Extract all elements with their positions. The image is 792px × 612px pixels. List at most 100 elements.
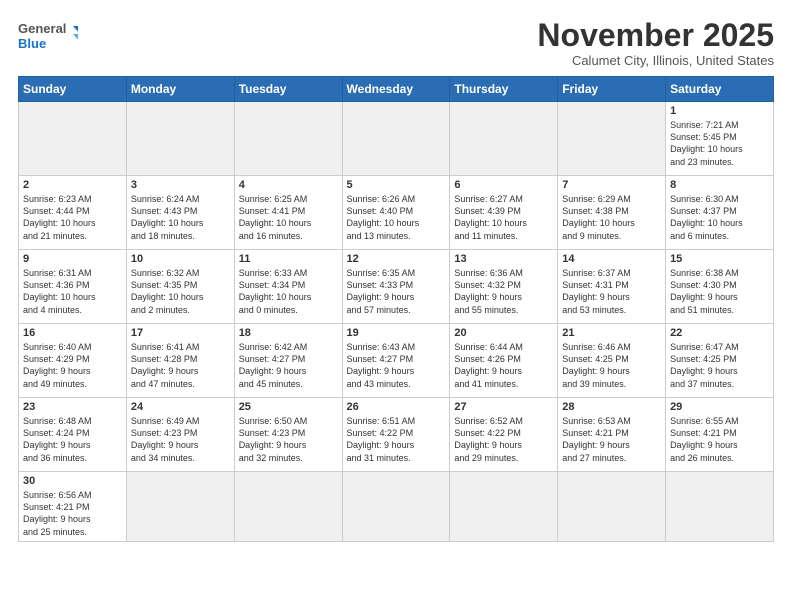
day-info: Sunrise: 7:21 AM Sunset: 5:45 PM Dayligh… [670,119,769,168]
calendar-cell: 12Sunrise: 6:35 AM Sunset: 4:33 PM Dayli… [342,250,450,324]
svg-text:General: General [18,21,66,36]
calendar-week-4: 16 Sunrise: 6:40 AM Sunset: 4:29 PM Dayli… [19,324,774,398]
day-number: 10 [131,253,230,265]
day-number: 8 [670,179,769,191]
day-info: Sunrise: 6:32 AM Sunset: 4:35 PM Dayligh… [131,267,230,316]
calendar-cell: 29Sunrise: 6:55 AM Sunset: 4:21 PM Dayli… [666,398,774,472]
day-info: Sunrise: 6:35 AM Sunset: 4:33 PM Dayligh… [347,267,446,316]
calendar-cell [558,102,666,176]
day-info: Sunrise: 6:43 AM Sunset: 4:27 PM Dayligh… [347,341,446,390]
day-info: Sunrise: 6:46 AM Sunset: 4:25 PM Dayligh… [562,341,661,390]
calendar-cell: 2 Sunrise: 6:23 AM Sunset: 4:44 PM Daylig… [19,176,127,250]
day-number: 16 [23,327,122,339]
calendar-cell: 4 Sunrise: 6:25 AM Sunset: 4:41 PM Daylig… [234,176,342,250]
day-info: Sunrise: 6:53 AM Sunset: 4:21 PM Dayligh… [562,415,661,464]
svg-text:Blue: Blue [18,36,46,51]
day-info: Sunrise: 6:36 AM Sunset: 4:32 PM Dayligh… [454,267,553,316]
day-info: Sunrise: 6:27 AM Sunset: 4:39 PM Dayligh… [454,193,553,242]
day-number: 5 [347,179,446,191]
weekday-header-saturday: Saturday [666,77,774,102]
calendar-cell: 1 Sunrise: 7:21 AM Sunset: 5:45 PM Daylig… [666,102,774,176]
calendar-cell: 16 Sunrise: 6:40 AM Sunset: 4:29 PM Dayli… [19,324,127,398]
calendar-week-6: 30 Sunrise: 6:56 AM Sunset: 4:21 PM Dayli… [19,472,774,542]
calendar-cell [342,472,450,542]
day-number: 30 [23,475,122,487]
calendar-cell: 18Sunrise: 6:42 AM Sunset: 4:27 PM Dayli… [234,324,342,398]
day-info: Sunrise: 6:56 AM Sunset: 4:21 PM Dayligh… [23,489,122,538]
calendar-cell: 17Sunrise: 6:41 AM Sunset: 4:28 PM Dayli… [126,324,234,398]
day-number: 24 [131,401,230,413]
day-number: 13 [454,253,553,265]
calendar-cell: 8 Sunrise: 6:30 AM Sunset: 4:37 PM Daylig… [666,176,774,250]
calendar-cell: 30 Sunrise: 6:56 AM Sunset: 4:21 PM Dayli… [19,472,127,542]
day-number: 7 [562,179,661,191]
calendar-cell [234,472,342,542]
weekday-header-wednesday: Wednesday [342,77,450,102]
calendar-cell [342,102,450,176]
calendar-cell: 10 Sunrise: 6:32 AM Sunset: 4:35 PM Dayli… [126,250,234,324]
page: General Blue November 2025 Calumet City,… [0,0,792,612]
calendar-cell: 24 Sunrise: 6:49 AM Sunset: 4:23 PM Dayli… [126,398,234,472]
calendar-cell [126,102,234,176]
calendar-cell: 14 Sunrise: 6:37 AM Sunset: 4:31 PM Dayli… [558,250,666,324]
day-info: Sunrise: 6:52 AM Sunset: 4:22 PM Dayligh… [454,415,553,464]
day-info: Sunrise: 6:26 AM Sunset: 4:40 PM Dayligh… [347,193,446,242]
day-info: Sunrise: 6:29 AM Sunset: 4:38 PM Dayligh… [562,193,661,242]
day-info: Sunrise: 6:37 AM Sunset: 4:31 PM Dayligh… [562,267,661,316]
weekday-header-tuesday: Tuesday [234,77,342,102]
logo: General Blue [18,18,78,56]
calendar-cell [19,102,127,176]
calendar-table: SundayMondayTuesdayWednesdayThursdayFrid… [18,76,774,542]
day-number: 2 [23,179,122,191]
calendar-cell [450,102,558,176]
calendar-cell: 15Sunrise: 6:38 AM Sunset: 4:30 PM Dayli… [666,250,774,324]
calendar-cell: 27 Sunrise: 6:52 AM Sunset: 4:22 PM Dayli… [450,398,558,472]
day-number: 14 [562,253,661,265]
day-number: 26 [347,401,446,413]
day-number: 22 [670,327,769,339]
day-info: Sunrise: 6:49 AM Sunset: 4:23 PM Dayligh… [131,415,230,464]
day-number: 1 [670,105,769,117]
calendar-cell: 21 Sunrise: 6:46 AM Sunset: 4:25 PM Dayli… [558,324,666,398]
title-block: November 2025 Calumet City, Illinois, Un… [537,18,774,68]
day-number: 15 [670,253,769,265]
calendar-week-1: 1 Sunrise: 7:21 AM Sunset: 5:45 PM Daylig… [19,102,774,176]
day-number: 6 [454,179,553,191]
day-number: 20 [454,327,553,339]
calendar-cell: 9 Sunrise: 6:31 AM Sunset: 4:36 PM Daylig… [19,250,127,324]
day-number: 4 [239,179,338,191]
calendar-cell: 13 Sunrise: 6:36 AM Sunset: 4:32 PM Dayli… [450,250,558,324]
day-info: Sunrise: 6:47 AM Sunset: 4:25 PM Dayligh… [670,341,769,390]
day-info: Sunrise: 6:40 AM Sunset: 4:29 PM Dayligh… [23,341,122,390]
calendar-cell: 19 Sunrise: 6:43 AM Sunset: 4:27 PM Dayli… [342,324,450,398]
day-number: 9 [23,253,122,265]
day-info: Sunrise: 6:30 AM Sunset: 4:37 PM Dayligh… [670,193,769,242]
weekday-header-friday: Friday [558,77,666,102]
weekday-header-monday: Monday [126,77,234,102]
day-info: Sunrise: 6:23 AM Sunset: 4:44 PM Dayligh… [23,193,122,242]
calendar-cell: 7 Sunrise: 6:29 AM Sunset: 4:38 PM Daylig… [558,176,666,250]
calendar-cell: 22 Sunrise: 6:47 AM Sunset: 4:25 PM Dayli… [666,324,774,398]
day-number: 21 [562,327,661,339]
weekday-header-row: SundayMondayTuesdayWednesdayThursdayFrid… [19,77,774,102]
day-info: Sunrise: 6:31 AM Sunset: 4:36 PM Dayligh… [23,267,122,316]
day-number: 29 [670,401,769,413]
day-number: 11 [239,253,338,265]
day-number: 19 [347,327,446,339]
calendar-cell: 6 Sunrise: 6:27 AM Sunset: 4:39 PM Daylig… [450,176,558,250]
day-number: 23 [23,401,122,413]
day-info: Sunrise: 6:51 AM Sunset: 4:22 PM Dayligh… [347,415,446,464]
calendar-cell [558,472,666,542]
calendar-cell [666,472,774,542]
day-info: Sunrise: 6:33 AM Sunset: 4:34 PM Dayligh… [239,267,338,316]
day-number: 27 [454,401,553,413]
calendar-cell: 26 Sunrise: 6:51 AM Sunset: 4:22 PM Dayli… [342,398,450,472]
day-info: Sunrise: 6:48 AM Sunset: 4:24 PM Dayligh… [23,415,122,464]
weekday-header-sunday: Sunday [19,77,127,102]
calendar-week-5: 23 Sunrise: 6:48 AM Sunset: 4:24 PM Dayli… [19,398,774,472]
calendar-cell [126,472,234,542]
day-info: Sunrise: 6:41 AM Sunset: 4:28 PM Dayligh… [131,341,230,390]
header: General Blue November 2025 Calumet City,… [18,18,774,68]
day-info: Sunrise: 6:25 AM Sunset: 4:41 PM Dayligh… [239,193,338,242]
calendar-cell [450,472,558,542]
